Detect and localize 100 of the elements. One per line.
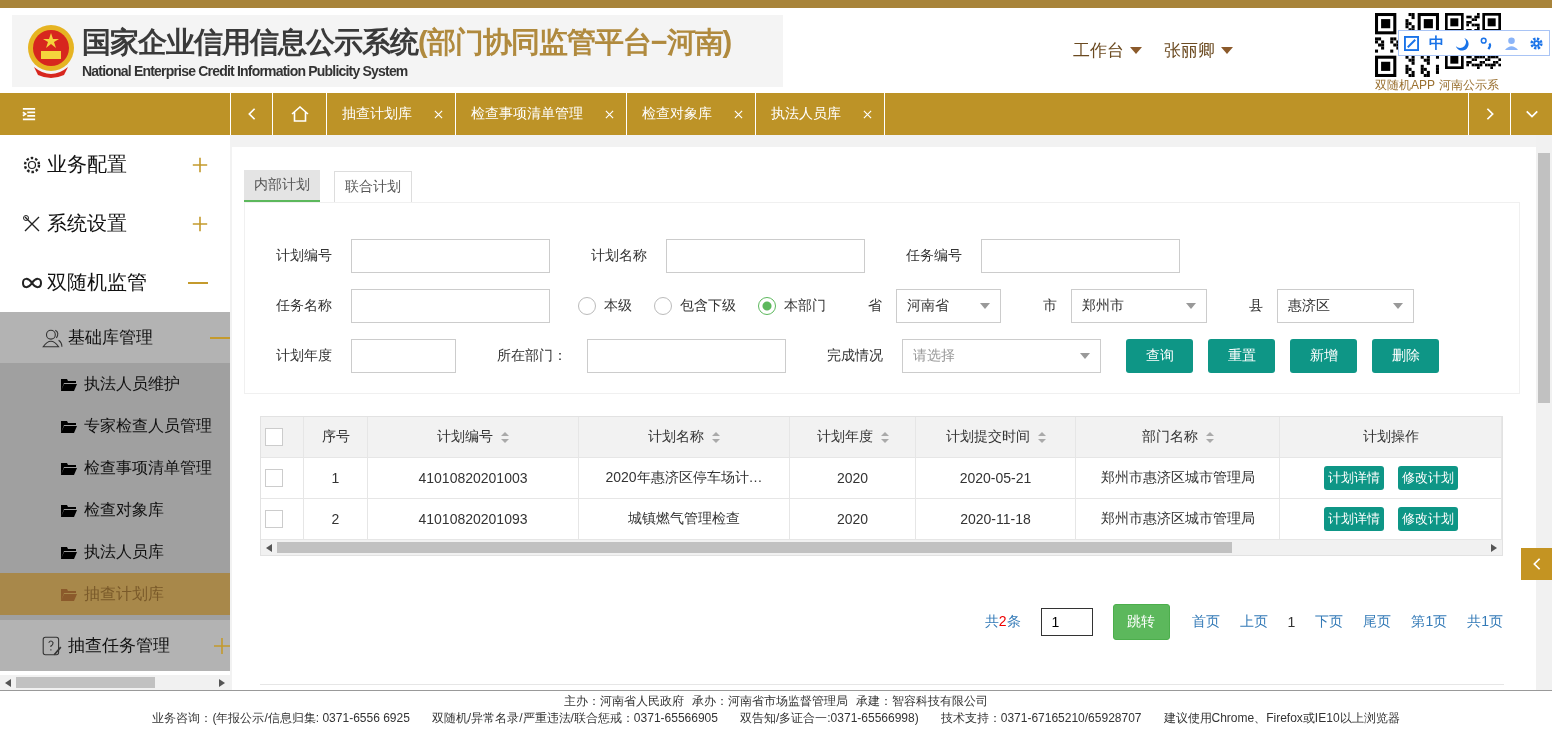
footer-text: 承办：河南省市场监督管理局 xyxy=(692,693,848,710)
sidebar-subitem[interactable]: 抽查任务管理 xyxy=(0,620,230,671)
close-icon[interactable] xyxy=(734,109,743,119)
sidebar-subitem[interactable]: 基础库管理 xyxy=(0,312,230,363)
row-action-button[interactable]: 修改计划 xyxy=(1397,507,1458,531)
dropdown-arrow-icon xyxy=(1393,303,1403,309)
footer-text: 双告知/多证合一:0371-65566998) xyxy=(739,710,919,727)
field-label: 计划名称 xyxy=(591,247,648,265)
collapse-panel-button[interactable] xyxy=(1521,548,1552,580)
compass-icon[interactable] xyxy=(1404,35,1419,51)
page-link[interactable]: 尾页 xyxy=(1363,613,1392,631)
action-button[interactable]: 重置 xyxy=(1208,339,1275,373)
sidebar-item[interactable]: 业务配置 xyxy=(0,135,230,194)
sidebar-link[interactable]: 执法人员库 xyxy=(0,531,230,573)
platform-subtitle: (部门协同监管平台−河南) xyxy=(418,24,732,60)
input-field[interactable] xyxy=(351,339,456,373)
folder-icon xyxy=(61,545,77,559)
menu-label: 抽查任务管理 xyxy=(68,635,171,657)
select-field[interactable]: 惠济区 xyxy=(1277,289,1414,323)
column-header[interactable]: 计划名称 xyxy=(579,417,790,457)
folder-icon xyxy=(61,419,77,433)
table-cell: 郑州市惠济区城市管理局 xyxy=(1076,458,1280,498)
sidebar-link[interactable]: 专家检查人员管理 xyxy=(0,405,230,447)
select-field[interactable]: 郑州市 xyxy=(1071,289,1207,323)
close-icon[interactable] xyxy=(863,109,872,119)
input-field[interactable] xyxy=(666,239,865,273)
radio-option[interactable]: 本级 xyxy=(578,297,632,315)
table-cell: 41010820201003 xyxy=(368,458,579,498)
page-link[interactable]: 上页 xyxy=(1239,613,1268,631)
settings-icon[interactable] xyxy=(1529,35,1544,51)
table-cell: 2020-11-18 xyxy=(916,499,1076,539)
home-icon xyxy=(290,106,309,122)
menu-label: 双随机监管 xyxy=(47,270,148,295)
tab-label: 执法人员库 xyxy=(771,105,841,123)
tab[interactable]: 联合计划 xyxy=(334,171,412,202)
voice-icon[interactable] xyxy=(1479,35,1494,51)
help-document-icon xyxy=(41,634,63,657)
field-label: 任务名称 xyxy=(276,297,333,315)
input-field[interactable] xyxy=(351,289,550,323)
table-cell: 2020 xyxy=(790,499,916,539)
dropdown-arrow-icon xyxy=(1186,303,1196,309)
radio-option[interactable]: 包含下级 xyxy=(654,297,736,315)
close-icon[interactable] xyxy=(434,109,443,119)
row-action-button[interactable]: 计划详情 xyxy=(1323,507,1384,531)
input-field[interactable] xyxy=(981,239,1180,273)
action-button[interactable]: 删除 xyxy=(1372,339,1439,373)
sidebar-item[interactable]: 双随机监管 xyxy=(0,253,230,312)
checkbox[interactable] xyxy=(265,510,283,528)
footer-text: 业务咨询：(年报公示/信息归集: 0371-6556 6925 xyxy=(152,710,410,727)
sidebar-link[interactable]: 检查事项清单管理 xyxy=(0,447,230,489)
row-action-button[interactable]: 修改计划 xyxy=(1397,466,1458,490)
system-title: 国家企业信用信息公示系统 xyxy=(82,24,418,60)
page-link[interactable]: 下页 xyxy=(1315,613,1344,631)
column-header[interactable]: 计划操作 xyxy=(1280,417,1502,457)
tab[interactable]: 内部计划 xyxy=(244,170,320,202)
footer-text: 主办：河南省人民政府 xyxy=(564,693,684,710)
scroll-right-icon[interactable] xyxy=(219,678,225,687)
moon-icon[interactable] xyxy=(1454,35,1469,51)
column-header[interactable]: 序号 xyxy=(304,417,368,457)
input-field[interactable] xyxy=(587,339,786,373)
page-link[interactable]: 共1页 xyxy=(1467,613,1503,631)
scroll-left-icon[interactable] xyxy=(266,543,272,552)
column-header[interactable]: 计划年度 xyxy=(790,417,916,457)
action-button[interactable]: 查询 xyxy=(1126,339,1193,373)
tab-label: 抽查计划库 xyxy=(342,105,412,123)
sidebar-link[interactable]: 执法人员维护 xyxy=(0,363,230,405)
horizontal-scrollbar[interactable] xyxy=(0,675,230,690)
folder-icon xyxy=(61,377,77,391)
header-menu[interactable]: 张丽卿 xyxy=(1164,39,1233,62)
radio-button[interactable] xyxy=(758,297,776,315)
checkbox[interactable] xyxy=(265,428,283,446)
table-cell: 2020 xyxy=(790,458,916,498)
tab-label: 检查对象库 xyxy=(642,105,712,123)
menu-label: 系统设置 xyxy=(47,211,128,236)
select-field[interactable]: 河南省 xyxy=(896,289,1001,323)
field-label: 县 xyxy=(1249,297,1263,315)
scroll-right-icon[interactable] xyxy=(1491,543,1497,552)
column-header[interactable]: 部门名称 xyxy=(1076,417,1280,457)
qr-caption: 双随机APP xyxy=(1375,77,1435,94)
row-action-button[interactable]: 计划详情 xyxy=(1323,466,1384,490)
language-toggle[interactable]: 中 xyxy=(1429,33,1444,53)
table-cell: 城镇燃气管理检查 xyxy=(579,499,790,539)
sidebar-link[interactable]: 检查对象库 xyxy=(0,489,230,531)
footer-text: 承建：智容科技有限公司 xyxy=(856,693,988,710)
radio-option[interactable]: 本部门 xyxy=(758,297,826,315)
horizontal-scrollbar[interactable] xyxy=(261,540,1502,555)
column-header[interactable]: 计划编号 xyxy=(368,417,579,457)
scroll-left-icon[interactable] xyxy=(5,678,11,687)
checkbox[interactable] xyxy=(265,469,283,487)
input-field[interactable] xyxy=(351,239,550,273)
close-icon[interactable] xyxy=(605,109,614,119)
user-icon[interactable] xyxy=(1504,35,1519,51)
column-header[interactable]: 计划提交时间 xyxy=(916,417,1076,457)
menu-label: 基础库管理 xyxy=(68,327,154,349)
page-number-field[interactable]: 1 xyxy=(1040,608,1093,636)
header-menu[interactable]: 工作台 xyxy=(1073,39,1142,62)
page-link[interactable]: 首页 xyxy=(1191,613,1220,631)
sidebar-item[interactable]: 系统设置 xyxy=(0,194,230,253)
action-button[interactable]: 新增 xyxy=(1290,339,1357,373)
page-link[interactable]: 第1页 xyxy=(1411,613,1448,631)
